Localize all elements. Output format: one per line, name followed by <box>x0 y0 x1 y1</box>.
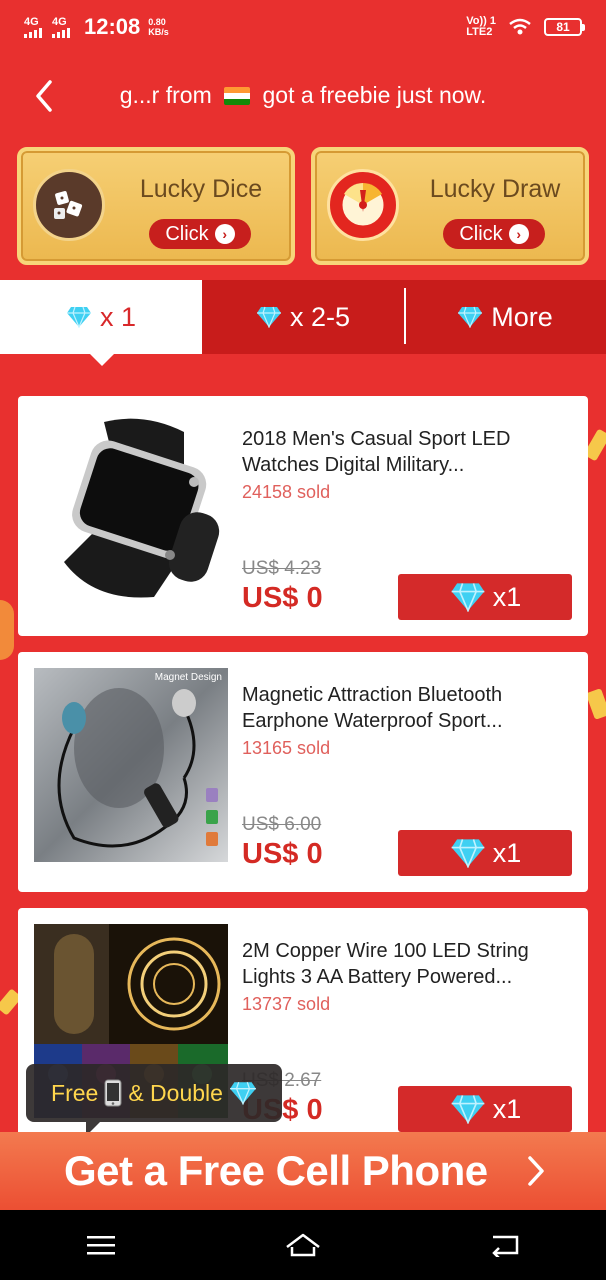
current-price: US$ 0 <box>242 582 323 614</box>
tab-x2-5-label: x 2-5 <box>289 301 351 332</box>
lucky-dice-card[interactable]: Lucky Dice Click › <box>17 147 295 265</box>
original-price: US$ 6.00 <box>242 814 322 835</box>
cost-tabs: x 1 x 2-5 More <box>0 280 606 366</box>
tab-x1[interactable]: x 1 <box>0 280 202 366</box>
system-navigation-bar <box>0 1210 606 1280</box>
network-type-1: 4G <box>24 15 39 28</box>
home-icon <box>286 1233 320 1257</box>
tab-divider <box>404 288 406 344</box>
signal-sim2: 4G <box>52 15 70 38</box>
network-speed: 0.80 KB/s <box>148 17 169 37</box>
product-name[interactable]: Magnetic Attraction Bluetooth Earphone W… <box>242 682 572 734</box>
freebie-ticker: g...r from got a freebie just now. <box>119 82 487 108</box>
signal-sim1: 4G <box>24 15 42 38</box>
tooltip-free-label: Free <box>51 1079 99 1106</box>
product-card[interactable]: 2018 Men's Casual Sport LED Watches Digi… <box>18 396 588 636</box>
menu-button[interactable] <box>71 1225 131 1265</box>
lucky-dice-click-button[interactable]: Click › <box>149 219 251 249</box>
menu-icon <box>87 1236 115 1255</box>
lucky-draw-title: Lucky Draw <box>429 175 561 203</box>
header: g...r from got a freebie just now. <box>0 62 606 130</box>
free-cell-phone-banner[interactable]: Get a Free Cell Phone <box>0 1132 606 1210</box>
diamond-icon <box>66 306 91 328</box>
back-nav-button[interactable] <box>475 1225 535 1265</box>
tab-x1-label: x 1 <box>99 301 137 332</box>
volte-indicator: Vo)) 1 LTE2 <box>466 15 496 38</box>
redeem-count: x1 <box>492 581 522 612</box>
sold-count: 13737 sold <box>242 994 331 1014</box>
wheel-icon <box>327 169 399 241</box>
diamond-icon <box>451 583 485 612</box>
chevron-right-icon: › <box>508 224 529 244</box>
sold-count: 13165 sold <box>242 738 331 758</box>
product-name[interactable]: 2018 Men's Casual Sport LED Watches Digi… <box>242 426 572 478</box>
product-list: 2018 Men's Casual Sport LED Watches Digi… <box>18 396 588 1164</box>
tab-more[interactable]: More <box>404 280 606 354</box>
battery-indicator: 81 <box>544 18 585 36</box>
home-button[interactable] <box>273 1225 333 1265</box>
product-image-earphones[interactable]: Magnet Design <box>34 668 228 862</box>
back-nav-icon <box>492 1235 519 1257</box>
clock: 12:08 <box>84 14 141 39</box>
diamond-icon <box>458 306 483 328</box>
product-image-caption: Magnet Design <box>154 672 222 683</box>
product-name[interactable]: 2M Copper Wire 100 LED String Lights 3 A… <box>242 938 572 990</box>
wifi-icon <box>509 18 531 35</box>
confetti-decoration <box>0 600 14 660</box>
confetti-decoration <box>585 688 606 720</box>
current-price: US$ 0 <box>242 838 323 870</box>
network-type-2: 4G <box>52 15 67 28</box>
free-double-tooltip[interactable]: Free & Double <box>26 1064 282 1136</box>
lucky-draw-click-button[interactable]: Click › <box>443 219 545 249</box>
status-bar: 4G 4G 12:08 0.80 KB/s Vo)) 1 LTE2 81 <box>0 0 606 54</box>
redeem-button[interactable]: x1 <box>398 574 572 620</box>
lucky-dice-title: Lucky Dice <box>139 175 263 203</box>
dice-icon <box>33 169 105 241</box>
sold-count: 24158 sold <box>242 482 331 502</box>
redeem-count: x1 <box>492 1093 522 1124</box>
diamond-icon <box>451 1095 485 1124</box>
india-flag-icon <box>224 87 251 105</box>
product-card[interactable]: Magnet Design Magnetic Attraction Blueto… <box>18 652 588 892</box>
diamond-icon <box>451 839 485 868</box>
redeem-button[interactable]: x1 <box>398 830 572 876</box>
original-price: US$ 4.23 <box>242 558 322 579</box>
product-image-watch[interactable] <box>34 412 228 606</box>
diamond-icon <box>230 1082 256 1105</box>
chevron-right-icon: › <box>214 224 235 244</box>
tab-x2-5[interactable]: x 2-5 <box>202 280 404 354</box>
redeem-count: x1 <box>492 837 522 868</box>
chevron-right-icon <box>528 1156 544 1186</box>
tab-more-label: More <box>491 301 553 332</box>
tooltip-double-label: & Double <box>128 1079 223 1106</box>
redeem-button[interactable]: x1 <box>398 1086 572 1132</box>
diamond-icon <box>256 306 281 328</box>
phone-icon <box>104 1079 122 1107</box>
banner-title: Get a Free Cell Phone <box>64 1147 488 1194</box>
lucky-draw-card[interactable]: Lucky Draw Click › <box>311 147 589 265</box>
